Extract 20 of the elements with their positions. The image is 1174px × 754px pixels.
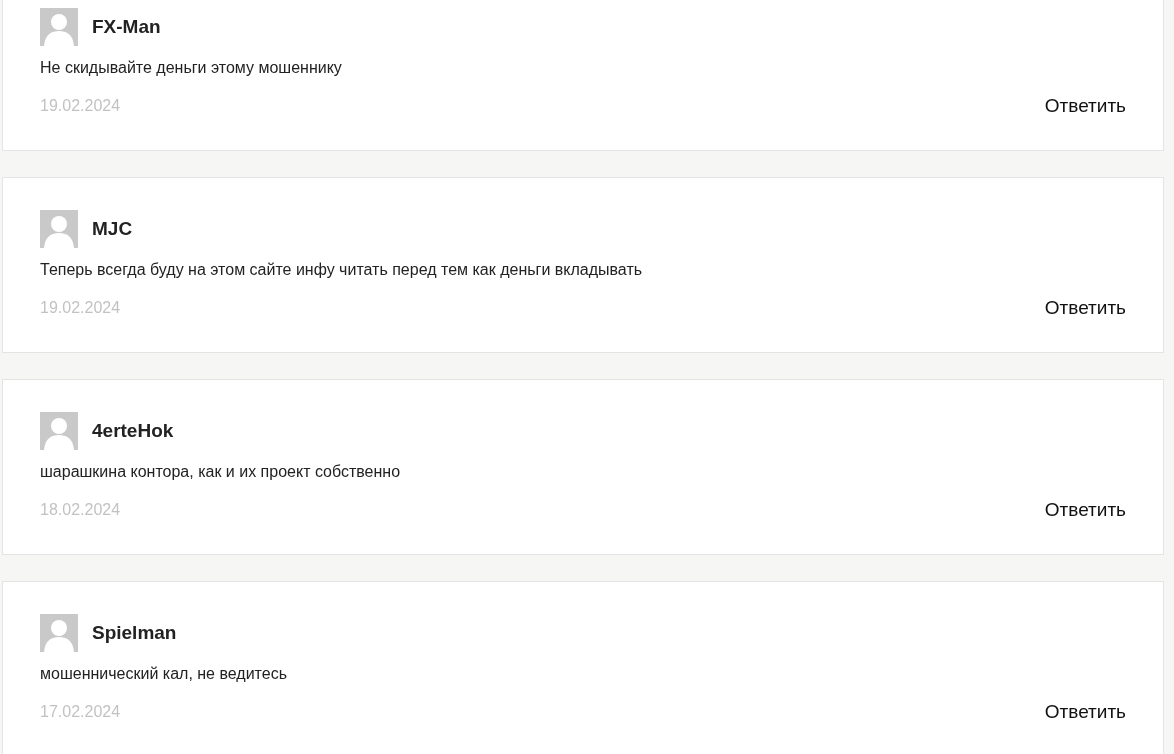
- reply-link[interactable]: Ответить: [1044, 294, 1126, 323]
- comment-text: шарашкина контора, как и их проект собственно: [40, 462, 402, 482]
- author-name: FX-Man: [92, 14, 161, 39]
- comment-date: 17.02.2024: [40, 702, 121, 723]
- author-name: Spielman: [92, 620, 177, 645]
- author-name: MJC: [92, 216, 133, 241]
- comment-date: 19.02.2024: [40, 298, 121, 319]
- comment-text: мошеннический кал, не ведитесь: [40, 664, 288, 684]
- comment-date: 18.02.2024: [40, 500, 121, 521]
- reply-link[interactable]: Ответить: [1044, 496, 1126, 525]
- avatar-icon: [40, 8, 78, 46]
- reply-link[interactable]: Ответить: [1044, 698, 1126, 727]
- avatar-icon: [40, 614, 78, 652]
- comment-text: Теперь всегда буду на этом сайте инфу читать перед тем как деньги вкладывать: [40, 260, 644, 280]
- comment-date: 19.02.2024: [40, 96, 121, 117]
- comment-text: Не скидывайте деньги этому мошеннику: [40, 58, 343, 78]
- avatar-icon: [40, 210, 78, 248]
- avatar-icon: [40, 412, 78, 450]
- author-name: 4erteHok: [92, 418, 174, 443]
- reply-link[interactable]: Ответить: [1044, 92, 1126, 121]
